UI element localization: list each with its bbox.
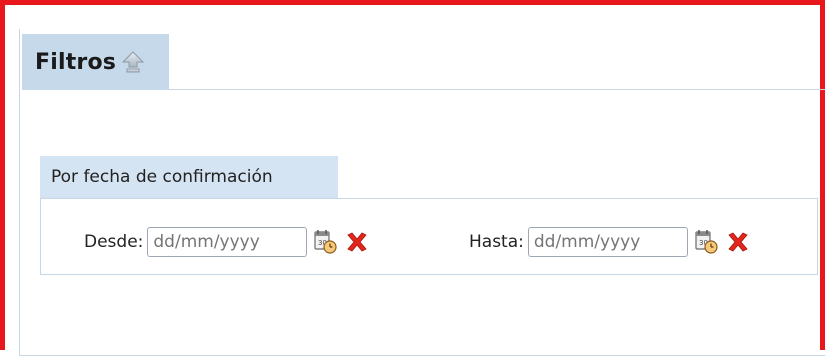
section-title: Por fecha de confirmación xyxy=(51,167,273,187)
from-label: Desde: xyxy=(84,232,144,252)
filters-header-tab[interactable]: Filtros xyxy=(22,34,169,90)
to-date-input[interactable] xyxy=(527,227,688,257)
confirmation-date-section: Por fecha de confirmación Desde: 30 xyxy=(40,156,820,277)
confirmation-date-tab: Por fecha de confirmación xyxy=(40,156,338,198)
date-range-box: Desde: 30 xyxy=(40,198,818,275)
from-date-group: Desde: 30 xyxy=(84,225,371,259)
collapse-up-arrow-icon[interactable] xyxy=(121,50,145,74)
highlight-frame: Filtros Por fecha de confirmación Desde:… xyxy=(0,0,825,356)
filters-panel: Filtros Por fecha de confirmación Desde:… xyxy=(19,29,825,356)
clear-x-icon[interactable] xyxy=(343,227,371,257)
from-date-input[interactable] xyxy=(147,227,308,257)
to-date-group: Hasta: 30 xyxy=(469,225,752,259)
filters-title: Filtros xyxy=(35,49,117,75)
calendar-clock-icon[interactable]: 30 xyxy=(311,227,339,257)
calendar-clock-icon[interactable]: 30 xyxy=(692,227,720,257)
to-label: Hasta: xyxy=(469,232,524,252)
clear-x-icon[interactable] xyxy=(724,227,752,257)
filters-header-line xyxy=(169,89,825,90)
